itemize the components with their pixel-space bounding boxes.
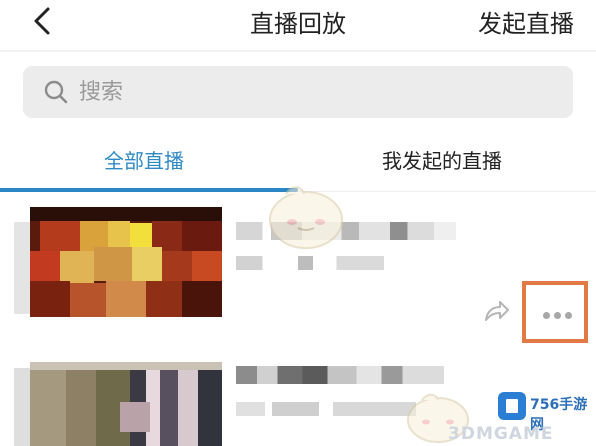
share-icon[interactable] bbox=[482, 299, 510, 323]
watermark-sub: 3DMGAME bbox=[448, 424, 554, 444]
header: 直播回放 发起直播 bbox=[0, 0, 596, 50]
thumbnail-edge bbox=[14, 368, 30, 446]
watermark-logo-icon bbox=[498, 392, 526, 420]
search-icon bbox=[44, 80, 68, 104]
video-thumbnail[interactable] bbox=[30, 362, 222, 446]
item-meta-redacted bbox=[236, 256, 384, 270]
thumbnail-edge bbox=[14, 222, 30, 314]
more-dots-icon bbox=[554, 312, 561, 319]
search-bar[interactable] bbox=[23, 66, 573, 118]
watermark-mascot bbox=[269, 186, 343, 249]
tab-active-indicator bbox=[0, 188, 298, 192]
more-dots-icon bbox=[543, 312, 550, 319]
search-input[interactable] bbox=[79, 75, 519, 109]
more-options-button[interactable] bbox=[522, 281, 588, 343]
item-meta-redacted bbox=[236, 402, 416, 416]
start-live-button[interactable]: 发起直播 bbox=[478, 4, 574, 39]
tab-all-live[interactable]: 全部直播 bbox=[104, 145, 184, 174]
header-divider bbox=[0, 50, 596, 52]
item-title-redacted bbox=[236, 366, 444, 384]
more-dots-icon bbox=[565, 312, 572, 319]
tab-my-live[interactable]: 我发起的直播 bbox=[382, 145, 502, 174]
video-thumbnail[interactable] bbox=[30, 207, 222, 317]
